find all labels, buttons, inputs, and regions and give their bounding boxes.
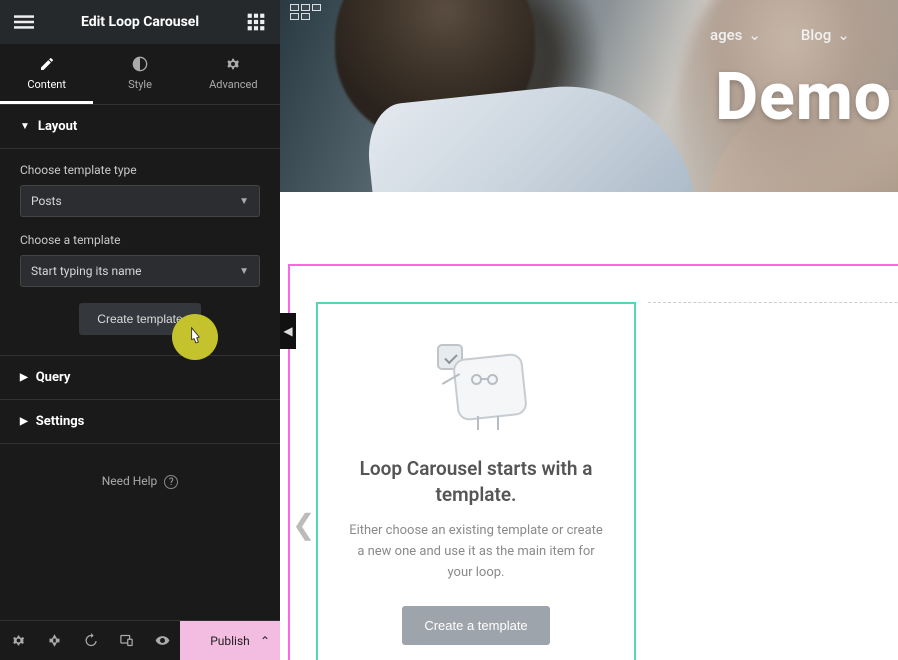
section-title: Query	[36, 370, 71, 385]
sidebar-title: Edit Loop Carousel	[81, 14, 199, 30]
section-title: Layout	[38, 119, 77, 134]
select-placeholder: Start typing its name	[31, 264, 142, 278]
cursor-highlight	[172, 314, 218, 360]
help-icon: ?	[164, 475, 178, 489]
carousel-prev-icon[interactable]: ❮	[292, 508, 315, 541]
caret-right-icon: ▶	[20, 372, 28, 383]
section-query-header[interactable]: ▶ Query	[0, 355, 280, 400]
section-layout-content: Choose template type Posts ▼ Choose a te…	[0, 149, 280, 355]
widget-handle-icon[interactable]	[290, 4, 322, 26]
sidebar-tabs: Content Style Advanced	[0, 44, 280, 105]
settings-icon[interactable]	[0, 633, 36, 649]
need-help-link[interactable]: Need Help ?	[0, 444, 280, 519]
create-a-template-button[interactable]: Create a template	[402, 606, 549, 645]
loop-item-ghost	[648, 302, 898, 660]
sidebar-footer: Publish ⌃	[0, 620, 280, 660]
menu-icon[interactable]	[14, 12, 34, 32]
nav-label: ages	[710, 26, 742, 44]
loop-placeholder-card: Loop Carousel starts with a template. Ei…	[316, 302, 636, 660]
need-help-label: Need Help	[102, 474, 158, 488]
select-value: Posts	[31, 194, 62, 208]
section-layout-header[interactable]: ▼ Layout	[0, 105, 280, 149]
section-settings-header[interactable]: ▶ Settings	[0, 400, 280, 444]
hero-nav: ages ⌄ Blog ⌄	[710, 26, 850, 44]
template-type-select[interactable]: Posts ▼	[20, 185, 260, 217]
publish-button[interactable]: Publish ⌃	[180, 621, 280, 660]
nav-blog[interactable]: Blog ⌄	[801, 26, 850, 44]
chevron-down-icon: ⌄	[837, 26, 850, 44]
tab-advanced[interactable]: Advanced	[187, 44, 280, 104]
nav-label: Blog	[801, 26, 831, 44]
placeholder-subtitle: Either choose an existing template or cr…	[348, 521, 604, 583]
loop-carousel-widget[interactable]: ❮ Loop Carousel starts with a template. …	[280, 192, 898, 660]
caret-right-icon: ▶	[20, 416, 28, 427]
tab-label: Style	[128, 78, 152, 91]
pencil-icon	[39, 56, 55, 72]
navigator-icon[interactable]	[36, 633, 72, 649]
tab-style[interactable]: Style	[93, 44, 186, 104]
tab-label: Content	[27, 78, 66, 91]
preview-canvas: ages ⌄ Blog ⌄ Demo ❮ Loop Carousel start…	[280, 0, 898, 660]
contrast-icon	[132, 56, 148, 72]
sidebar-header: Edit Loop Carousel	[0, 0, 280, 44]
apps-icon[interactable]	[246, 12, 266, 32]
panel-collapse-handle[interactable]: ◀	[280, 313, 296, 349]
preview-icon[interactable]	[144, 633, 180, 649]
responsive-icon[interactable]	[108, 633, 144, 649]
caret-down-icon: ▼	[20, 121, 30, 132]
hero-section: ages ⌄ Blog ⌄ Demo	[280, 0, 898, 192]
choose-template-label: Choose a template	[20, 233, 260, 247]
history-icon[interactable]	[72, 633, 108, 649]
chevron-down-icon: ▼	[239, 266, 249, 277]
tab-content[interactable]: Content	[0, 44, 93, 104]
chevron-down-icon: ⌄	[748, 26, 761, 44]
chevron-up-icon: ⌃	[260, 634, 270, 648]
nav-pages[interactable]: ages ⌄	[710, 26, 761, 44]
template-type-label: Choose template type	[20, 163, 260, 177]
choose-template-select[interactable]: Start typing its name ▼	[20, 255, 260, 287]
panel-body: ▼ Layout Choose template type Posts ▼ Ch…	[0, 105, 280, 620]
publish-label: Publish	[210, 634, 250, 648]
chevron-down-icon: ▼	[239, 196, 249, 207]
section-title: Settings	[36, 414, 85, 429]
editor-sidebar: Edit Loop Carousel Content Style Advance…	[0, 0, 280, 660]
hero-title: Demo	[715, 59, 892, 136]
gear-icon	[225, 56, 241, 72]
placeholder-title: Loop Carousel starts with a template.	[338, 456, 614, 507]
tab-label: Advanced	[209, 78, 257, 91]
placeholder-illustration	[411, 338, 541, 438]
